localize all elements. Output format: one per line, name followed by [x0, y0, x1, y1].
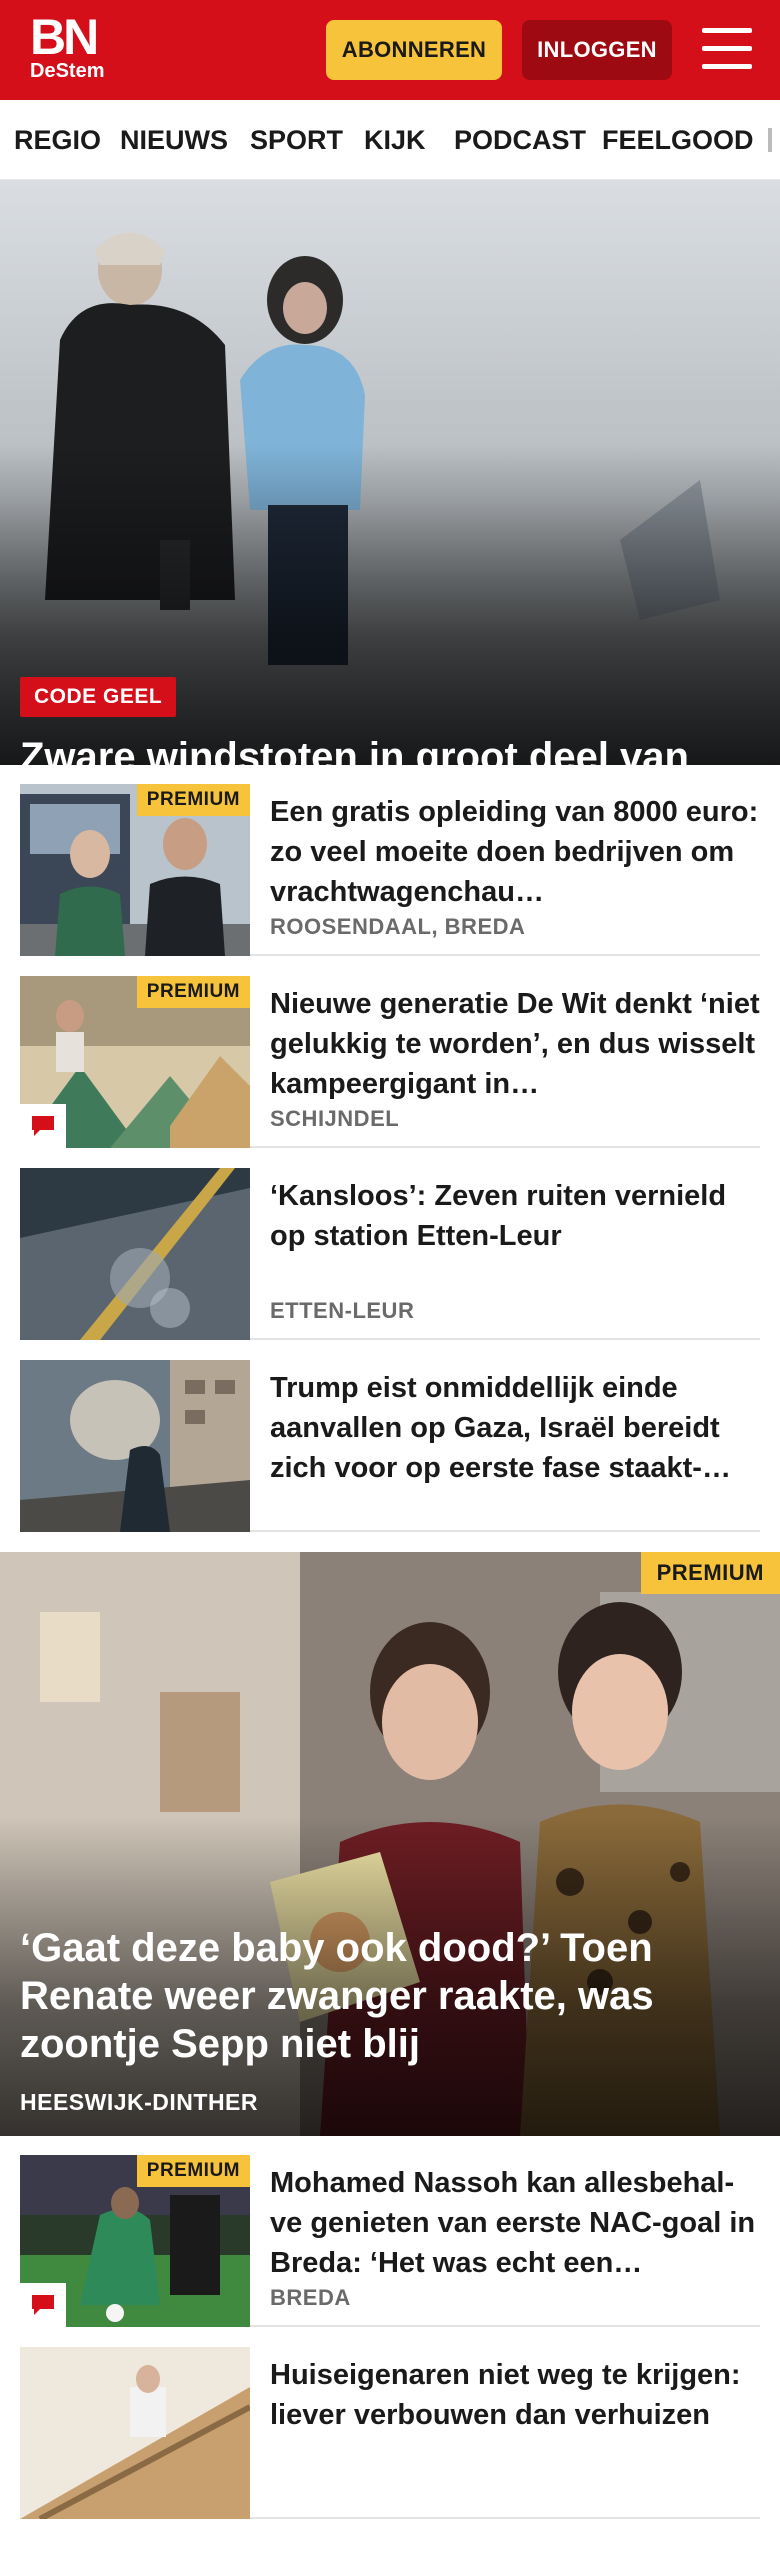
- hero-location: HEESWIJK-DINTHER: [20, 2089, 259, 2115]
- nav-item-sport[interactable]: SPORT: [250, 100, 343, 179]
- nav-item-regio[interactable]: REGIO: [14, 100, 101, 179]
- article-location: BREDA: [270, 2285, 351, 2310]
- site-logo[interactable]: BN DeStem: [30, 9, 110, 86]
- list-item[interactable]: PREMIUM Nieuwe generatie De Wit denkt ‘n…: [20, 976, 760, 1148]
- hero-title-storm[interactable]: Zware windstoten in groot deel van het l…: [20, 733, 760, 765]
- section-nav: REGIO NIEUWS SPORT KIJK PODCAST FEELGOOD: [0, 100, 780, 180]
- comment-icon[interactable]: [20, 2283, 66, 2327]
- site-header: BN DeStem ABONNEREN INLOGGEN: [0, 0, 780, 100]
- nav-item-podcast[interactable]: PODCAST: [454, 100, 586, 179]
- article-title[interactable]: Een gratis opleiding van 8000 euro: zo v…: [270, 792, 760, 912]
- article-title[interactable]: ‘Kansloos’: Zeven ruiten vernield op sta…: [270, 1176, 760, 1256]
- premium-badge: PREMIUM: [136, 976, 250, 1008]
- premium-badge: PREMIUM: [136, 2155, 250, 2187]
- list-item[interactable]: PREMIUM Mohamed Nassoh kan allesbehal- v…: [20, 2155, 760, 2327]
- article-title[interactable]: Trump eist onmiddellijk einde aanvallen …: [270, 1368, 760, 1488]
- article-thumbnail: PREMIUM: [20, 976, 250, 1148]
- hero-gradient-overlay: [0, 445, 780, 765]
- hero-article-storm[interactable]: CODE GEEL Zware windstoten in groot deel…: [0, 180, 780, 765]
- menu-icon[interactable]: [702, 26, 752, 72]
- article-thumbnail: [20, 1168, 250, 1340]
- article-location: ROOSENDAAL, BREDA: [270, 914, 526, 939]
- comment-icon[interactable]: [20, 1104, 66, 1148]
- article-thumbnail: [20, 1360, 250, 1532]
- nav-item-feelgood[interactable]: FEELGOOD: [602, 100, 754, 179]
- photo-stairlift-icon: [20, 2347, 250, 2519]
- article-thumbnail: [20, 2347, 250, 2519]
- list-item[interactable]: Huiseigenaren niet weg te krijgen: lieve…: [20, 2347, 760, 2519]
- nav-item-nieuws[interactable]: NIEUWS: [120, 100, 228, 179]
- photo-broken-glass-icon: [20, 1168, 250, 1340]
- article-title[interactable]: Mohamed Nassoh kan allesbehal- ve geniet…: [270, 2163, 760, 2283]
- subscribe-button[interactable]: ABONNEREN: [326, 20, 502, 80]
- nav-item-kijk[interactable]: KIJK: [364, 100, 426, 179]
- list-item[interactable]: ‘Kansloos’: Zeven ruiten vernield op sta…: [20, 1168, 760, 1340]
- login-button[interactable]: INLOGGEN: [522, 20, 672, 80]
- logo-destem-text: DeStem: [30, 60, 105, 82]
- logo-bn-text: BN: [30, 9, 99, 65]
- photo-gaza-icon: [20, 1360, 250, 1532]
- premium-badge: PREMIUM: [136, 784, 250, 816]
- list-item[interactable]: Trump eist onmiddellijk einde aanvallen …: [20, 1360, 760, 1532]
- code-geel-tag: CODE GEEL: [20, 677, 177, 717]
- article-location: SCHIJNDEL: [270, 1106, 400, 1131]
- nav-overflow-indicator: [768, 128, 772, 152]
- article-title[interactable]: Huiseigenaren niet weg te krijgen: lieve…: [270, 2355, 760, 2435]
- list-item[interactable]: PREMIUM Een gratis opleiding van 8000 eu…: [20, 784, 760, 956]
- article-thumbnail: PREMIUM: [20, 2155, 250, 2327]
- hero-article-renate[interactable]: PREMIUM ‘Gaat deze baby ook dood?’ Toen …: [0, 1552, 780, 2136]
- article-title[interactable]: Nieuwe generatie De Wit denkt ‘niet gelu…: [270, 984, 760, 1104]
- article-thumbnail: PREMIUM: [20, 784, 250, 956]
- article-location: ETTEN-LEUR: [270, 1298, 415, 1323]
- hero-title-renate[interactable]: ‘Gaat deze baby ook dood?’ Toen Renate w…: [20, 1924, 760, 2068]
- premium-badge: PREMIUM: [640, 1552, 780, 1594]
